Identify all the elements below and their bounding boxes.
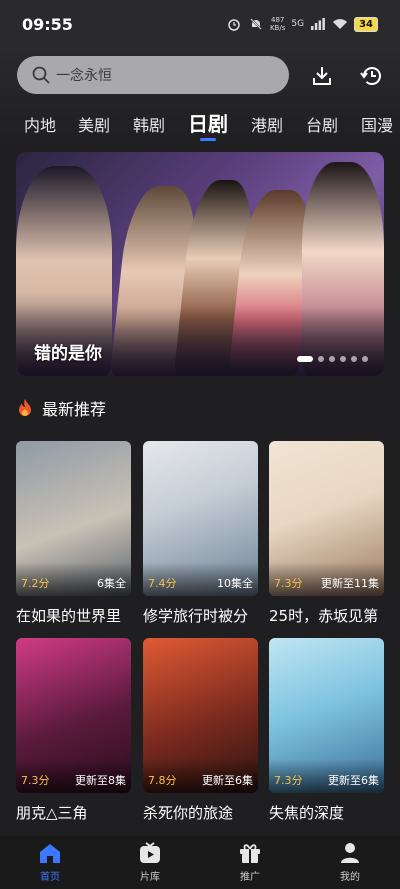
battery-indicator: 34 xyxy=(354,16,378,32)
poster-image: 7.8分 更新至6集 xyxy=(143,638,258,793)
signal-type: 5G xyxy=(291,19,305,29)
banner-pagination xyxy=(297,356,368,362)
tab-mainland[interactable]: 内地 xyxy=(24,112,56,136)
nav-label: 首页 xyxy=(40,872,60,883)
poster-image: 7.3分 更新至8集 xyxy=(16,638,131,793)
net-speed-unit: KB/s xyxy=(269,24,286,32)
section-title: 最新推荐 xyxy=(42,400,107,419)
tab-us-drama[interactable]: 美剧 xyxy=(78,112,110,136)
video-library-icon xyxy=(138,841,162,865)
episode-status: 6集全 xyxy=(97,577,126,590)
pagination-dot[interactable] xyxy=(297,356,313,362)
drama-card[interactable]: 7.3分 更新至8集 朋克△三角 xyxy=(16,638,131,823)
search-icon xyxy=(32,66,50,84)
pagination-dot[interactable] xyxy=(329,356,335,362)
status-bar: 09:55 487 KB/s 5G 34 xyxy=(0,0,400,48)
nav-promote[interactable]: 推广 xyxy=(200,836,300,889)
fire-icon xyxy=(19,399,31,416)
tab-korean-drama[interactable]: 韩剧 xyxy=(133,112,165,136)
drama-card[interactable]: 7.3分 更新至6集 失焦的深度 xyxy=(269,638,384,823)
nav-home[interactable]: 首页 xyxy=(0,836,100,889)
card-title: 修学旅行时被分 xyxy=(143,607,249,625)
status-time: 09:55 xyxy=(22,14,73,34)
tab-chinese-anime[interactable]: 国漫 xyxy=(361,112,393,136)
nav-label: 推广 xyxy=(240,872,260,883)
wifi-icon xyxy=(332,17,348,31)
pagination-dot[interactable] xyxy=(362,356,368,362)
drama-card[interactable]: 7.2分 6集全 在如果的世界里 xyxy=(16,441,131,626)
search-placeholder: 一念永恒 xyxy=(56,68,112,84)
rating: 7.3分 xyxy=(21,774,50,787)
pagination-dot[interactable] xyxy=(340,356,346,362)
poster-image: 7.4分 10集全 xyxy=(143,441,258,596)
history-icon xyxy=(360,67,381,85)
download-icon xyxy=(313,67,331,85)
net-speed: 487 KB/s xyxy=(270,16,285,32)
alarm-icon xyxy=(226,17,242,31)
nav-profile[interactable]: 我的 xyxy=(300,836,400,889)
rating: 7.2分 xyxy=(21,577,50,590)
nav-label: 片库 xyxy=(140,872,160,883)
rating: 7.3分 xyxy=(274,577,303,590)
drama-card[interactable]: 7.4分 10集全 修学旅行时被分 xyxy=(143,441,258,626)
active-tab-indicator xyxy=(200,138,216,141)
banner-title: 错的是你 xyxy=(34,344,102,364)
featured-banner[interactable]: 错的是你 xyxy=(16,152,384,376)
history-button[interactable] xyxy=(358,62,386,90)
card-title: 杀死你的旅途 xyxy=(143,804,234,822)
tab-tw-drama[interactable]: 台剧 xyxy=(306,112,338,136)
section-header: 最新推荐 xyxy=(16,396,106,420)
status-icons: 487 KB/s 5G 34 xyxy=(226,16,378,32)
net-speed-value: 487 xyxy=(270,16,285,24)
mute-bell-icon xyxy=(248,17,264,31)
pagination-dot[interactable] xyxy=(351,356,357,362)
card-title: 在如果的世界里 xyxy=(16,607,122,625)
card-title: 25时，赤坂见第 xyxy=(269,607,379,625)
episode-status: 10集全 xyxy=(217,577,253,590)
search-input[interactable]: 一念永恒 xyxy=(17,56,289,94)
drama-card[interactable]: 7.3分 更新至11集 25时，赤坂见第 xyxy=(269,441,384,626)
episode-status: 更新至11集 xyxy=(321,577,379,590)
rating: 7.4分 xyxy=(148,577,177,590)
profile-icon xyxy=(338,841,362,865)
tab-japanese-drama[interactable]: 日剧 xyxy=(188,108,228,137)
episode-status: 更新至6集 xyxy=(202,774,253,787)
drama-card[interactable]: 7.8分 更新至6集 杀死你的旅途 xyxy=(143,638,258,823)
tab-hk-drama[interactable]: 港剧 xyxy=(251,112,283,136)
home-icon xyxy=(38,841,62,865)
signal-bars-icon xyxy=(310,17,326,31)
episode-status: 更新至8集 xyxy=(75,774,126,787)
download-button[interactable] xyxy=(308,62,336,90)
episode-status: 更新至6集 xyxy=(328,774,379,787)
nav-library[interactable]: 片库 xyxy=(100,836,200,889)
poster-image: 7.3分 更新至6集 xyxy=(269,638,384,793)
rating: 7.3分 xyxy=(274,774,303,787)
nav-label: 我的 xyxy=(340,872,360,883)
card-title: 朋克△三角 xyxy=(16,804,88,822)
poster-image: 7.2分 6集全 xyxy=(16,441,131,596)
pagination-dot[interactable] xyxy=(318,356,324,362)
card-title: 失焦的深度 xyxy=(269,804,345,822)
bottom-nav: 首页 片库 推广 我的 xyxy=(0,836,400,889)
rating: 7.8分 xyxy=(148,774,177,787)
gift-icon xyxy=(238,841,262,865)
poster-image: 7.3分 更新至11集 xyxy=(269,441,384,596)
